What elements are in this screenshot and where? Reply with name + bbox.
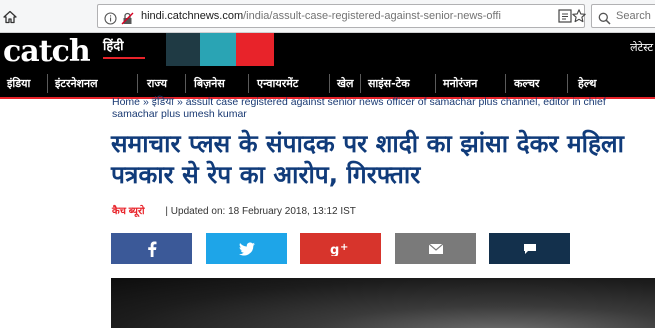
nav-separator — [505, 74, 506, 93]
email-icon — [428, 243, 443, 254]
header-color-block — [236, 33, 274, 66]
breadcrumb-separator: » — [176, 96, 183, 108]
latest-link[interactable]: लेटेस्ट — [630, 41, 653, 55]
site-info-icon[interactable] — [104, 10, 117, 25]
breadcrumb-home[interactable]: Home — [112, 96, 140, 108]
logo-underline — [103, 57, 145, 59]
search-icon — [598, 10, 611, 25]
nav-item-environment[interactable]: एन्वायरमेंट — [257, 70, 298, 97]
updated-timestamp: | Updated on: 18 February 2018, 13:12 IS… — [165, 206, 356, 217]
url-path: /india/assult-case-registered-against-se… — [243, 10, 501, 22]
site-logo[interactable]: catch — [3, 33, 91, 70]
nav-item-entertainment[interactable]: मनोरंजन — [443, 70, 477, 97]
breadcrumb-current: assult case registered against senior ne… — [112, 96, 606, 120]
site-logo-hindi[interactable]: हिंदी — [103, 39, 124, 54]
nav-item-state[interactable]: राज्य — [147, 70, 167, 97]
nav-separator — [185, 74, 186, 93]
nav-item-international[interactable]: इंटरनेशनल — [55, 70, 98, 97]
nav-item-culture[interactable]: कल्चर — [514, 70, 539, 97]
share-google-plus-button[interactable]: g + — [300, 233, 381, 264]
google-plus-icon: g + — [330, 242, 348, 256]
nav-item-science-tech[interactable]: साइंस-टेक — [368, 70, 410, 97]
nav-separator — [47, 74, 48, 93]
article-hero-image — [111, 278, 655, 328]
author-link[interactable]: कैच ब्यूरो — [112, 206, 145, 217]
share-twitter-button[interactable] — [206, 233, 287, 264]
header-color-block — [200, 33, 236, 66]
breadcrumb-separator: » — [142, 96, 149, 108]
nav-item-sports[interactable]: खेल — [337, 70, 353, 97]
nav-separator — [329, 74, 330, 93]
nav-item-business[interactable]: बिज़नेस — [194, 70, 225, 97]
nav-separator — [567, 74, 568, 93]
url-host: hindi.catchnews.com — [141, 10, 244, 22]
nav-item-india[interactable]: इंडिया — [7, 70, 30, 97]
bookmark-star-icon[interactable] — [571, 8, 587, 24]
breadcrumb-section[interactable]: इंडिया — [152, 96, 174, 108]
nav-separator — [248, 74, 249, 93]
facebook-icon — [147, 241, 156, 257]
breadcrumb: Home » इंडिया » assult case registered a… — [112, 96, 632, 120]
nav-item-health[interactable]: हेल्थ — [578, 70, 596, 97]
search-bar[interactable]: Search — [591, 4, 655, 28]
url-bar[interactable]: hindi.catchnews.com/india/assult-case-re… — [97, 4, 585, 28]
site-header: catch हिंदी लेटेस्ट — [0, 33, 655, 70]
comment-icon — [523, 243, 536, 254]
svg-text:+: + — [340, 242, 348, 253]
nav-separator — [360, 74, 361, 93]
share-email-button[interactable] — [395, 233, 476, 264]
article-headline: समाचार प्लस के संपादक पर शादी का झांसा द… — [111, 129, 624, 189]
insecure-lock-icon[interactable] — [121, 10, 134, 25]
home-icon[interactable] — [3, 9, 17, 24]
search-placeholder: Search — [616, 10, 651, 22]
header-color-block — [166, 33, 200, 66]
byline: कैच ब्यूरो | Updated on: 18 February 201… — [112, 205, 356, 219]
browser-toolbar: hindi.catchnews.com/india/assult-case-re… — [0, 0, 655, 33]
share-facebook-button[interactable] — [111, 233, 192, 264]
nav-separator — [435, 74, 436, 93]
share-comment-button[interactable] — [489, 233, 570, 264]
svg-text:g: g — [330, 243, 339, 256]
nav-separator — [137, 74, 138, 93]
main-nav: इंडिया इंटरनेशनल राज्य बिज़नेस एन्वायरमे… — [0, 70, 655, 97]
twitter-icon — [238, 242, 255, 255]
url-text[interactable]: hindi.catchnews.com/india/assult-case-re… — [141, 9, 569, 24]
